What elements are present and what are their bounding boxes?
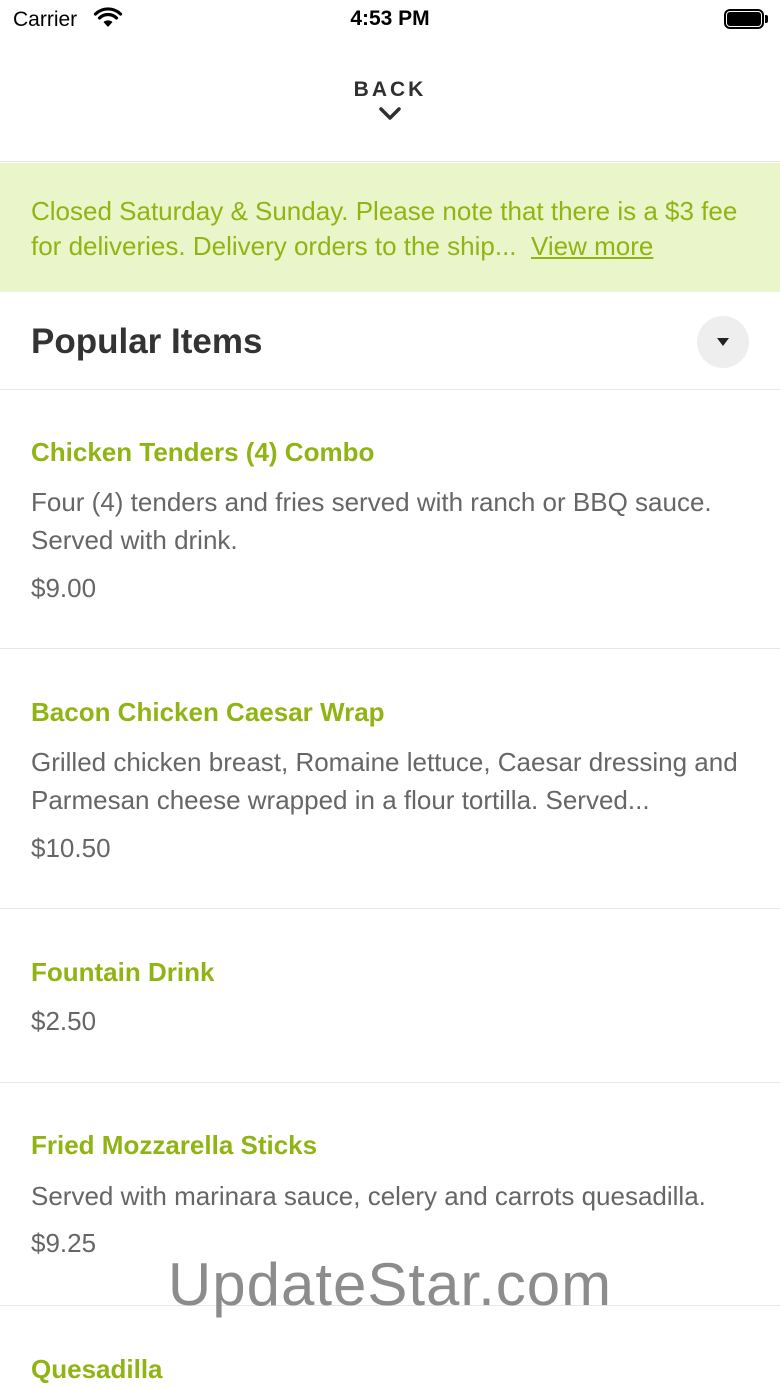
status-bar: Carrier 4:53 PM: [0, 0, 780, 40]
item-price: $10.50: [31, 833, 111, 863]
collapse-section-button[interactable]: [697, 316, 749, 368]
item-name: Chicken Tenders (4) Combo: [31, 437, 375, 467]
item-description: Served with marinara sauce, celery and c…: [31, 1181, 706, 1211]
view-more-link[interactable]: View more: [531, 231, 653, 261]
notice-banner: Closed Saturday & Sunday. Please note th…: [0, 163, 780, 292]
watermark: UpdateStar.com: [167, 1251, 613, 1318]
section-header: Popular Items: [0, 292, 780, 390]
screen: Carrier 4:53 PM BACK Closed Saturday & S…: [0, 0, 780, 1387]
nav-header: BACK: [0, 40, 780, 162]
menu-item[interactable]: Fountain Drink $2.50: [0, 909, 780, 1083]
section-title: Popular Items: [31, 322, 263, 361]
item-name: Fountain Drink: [31, 957, 215, 987]
back-button[interactable]: BACK: [300, 78, 480, 138]
item-description: Four (4) tenders and fries served with r…: [31, 487, 712, 555]
caret-down-icon: [717, 338, 729, 346]
item-description: Grilled chicken breast, Romaine lettuce,…: [31, 747, 738, 815]
item-name: Bacon Chicken Caesar Wrap: [31, 697, 385, 727]
menu-item[interactable]: Chicken Tenders (4) Combo Four (4) tende…: [0, 390, 780, 649]
back-label: BACK: [353, 78, 427, 101]
item-price: $2.50: [31, 1006, 97, 1036]
chevron-down-icon: [379, 107, 401, 120]
item-price: $9.00: [31, 573, 97, 603]
item-name: Quesadilla: [31, 1354, 163, 1384]
clock: 4:53 PM: [350, 7, 430, 30]
battery-icon: [724, 9, 768, 29]
menu-item[interactable]: Bacon Chicken Caesar Wrap Grilled chicke…: [0, 649, 780, 909]
item-name: Fried Mozzarella Sticks: [31, 1130, 318, 1160]
notice-text: Closed Saturday & Sunday. Please note th…: [31, 194, 749, 264]
